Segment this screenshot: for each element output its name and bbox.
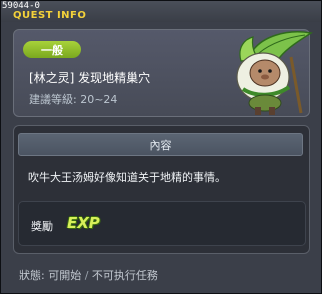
quest-description: 吹牛大王汤姆好像知道关于地精的事情。 [28, 171, 226, 184]
status-state: 可開始 [48, 269, 82, 282]
status-separator: / [81, 269, 92, 282]
recommended-level: 建議等級: 20~24 [29, 93, 118, 106]
quest-info-window: 59044-0 QUEST INFO 一般 [林之灵] 发现地精巢穴 建議等級:… [0, 0, 322, 294]
content-heading: 內容 [149, 139, 172, 152]
status-label: 狀態: [19, 269, 45, 282]
goblin-npc-icon [236, 31, 313, 115]
status-row: 狀態: 可開始 / 不可执行任務 [19, 267, 158, 283]
quest-name: [林之灵] 发现地精巢穴 [29, 71, 151, 85]
content-heading-bar: 內容 [18, 133, 303, 156]
category-label: 一般 [41, 44, 63, 57]
exp-reward-icon: EXP [67, 214, 100, 232]
reward-box [18, 201, 306, 246]
window-title: QUEST INFO [13, 10, 87, 21]
status-note: 不可执行任務 [91, 269, 158, 282]
reward-label: 獎勵 [31, 220, 53, 233]
category-badge: 一般 [23, 41, 81, 58]
